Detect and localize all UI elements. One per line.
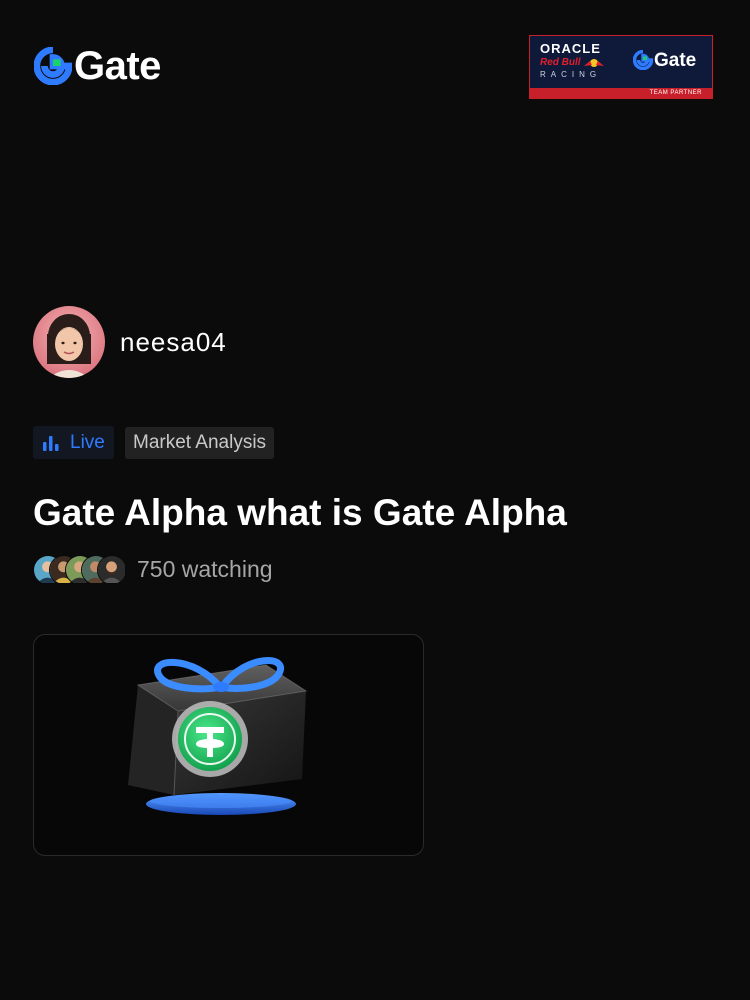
gate-logo-icon [34, 47, 72, 85]
bar-chart-icon [43, 435, 59, 451]
redbull-wordmark: Red Bull [540, 56, 624, 69]
watching-count: 750 watching [137, 556, 273, 582]
avatar-portrait [33, 306, 105, 378]
gate-logo[interactable]: Gate [34, 46, 161, 86]
oracle-wordmark: ORACLE [540, 41, 601, 56]
bull-icon [583, 58, 604, 67]
partner-gate-logo: Gate [633, 50, 696, 70]
live-badge: Live [33, 426, 114, 459]
category-tag[interactable]: Market Analysis [125, 427, 275, 459]
stream-title: Gate Alpha what is Gate Alpha [33, 492, 567, 533]
tether-gift-box-illustration [128, 657, 308, 815]
live-label: Live [70, 431, 105, 453]
stream-preview-card[interactable] [33, 634, 424, 856]
racing-wordmark: RACING [540, 70, 602, 79]
partner-banner[interactable]: ORACLE Red Bull RACING Gate TEAM PARTNER [529, 35, 713, 99]
host-avatar[interactable] [33, 306, 105, 378]
gate-logo-text: Gate [74, 44, 161, 88]
host-username[interactable]: neesa04 [120, 327, 227, 357]
watchers-row: 750 watching [33, 553, 273, 586]
viewer-avatar [97, 554, 127, 585]
team-partner-label: TEAM PARTNER [649, 90, 702, 96]
gate-logo-icon [633, 50, 653, 70]
